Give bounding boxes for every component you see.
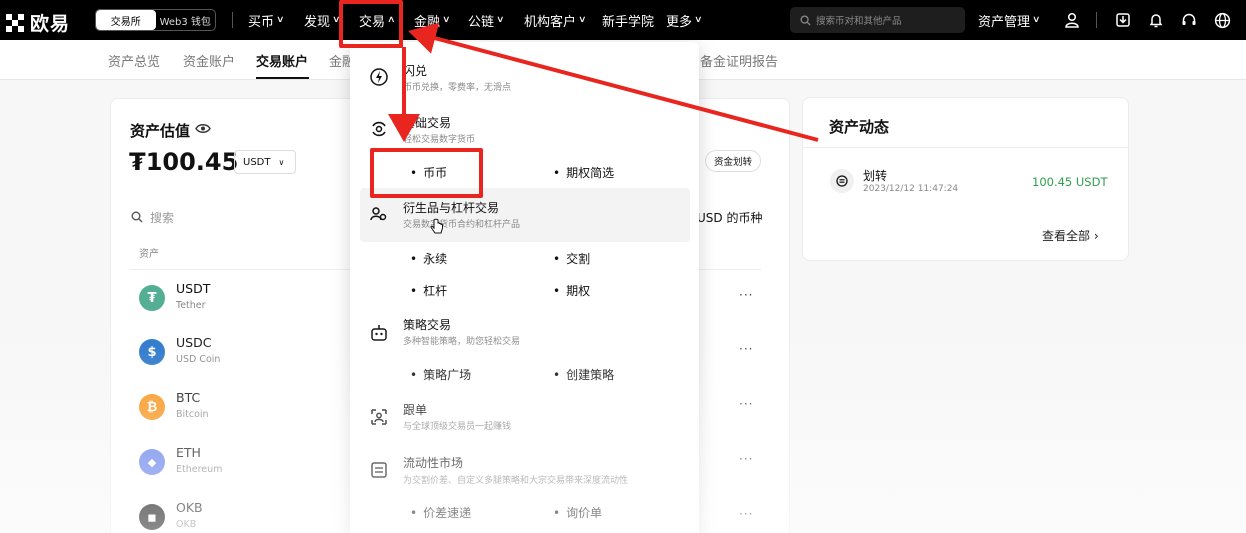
arrow-to-trade-nav xyxy=(408,22,819,142)
annotation-arrows xyxy=(388,22,819,142)
